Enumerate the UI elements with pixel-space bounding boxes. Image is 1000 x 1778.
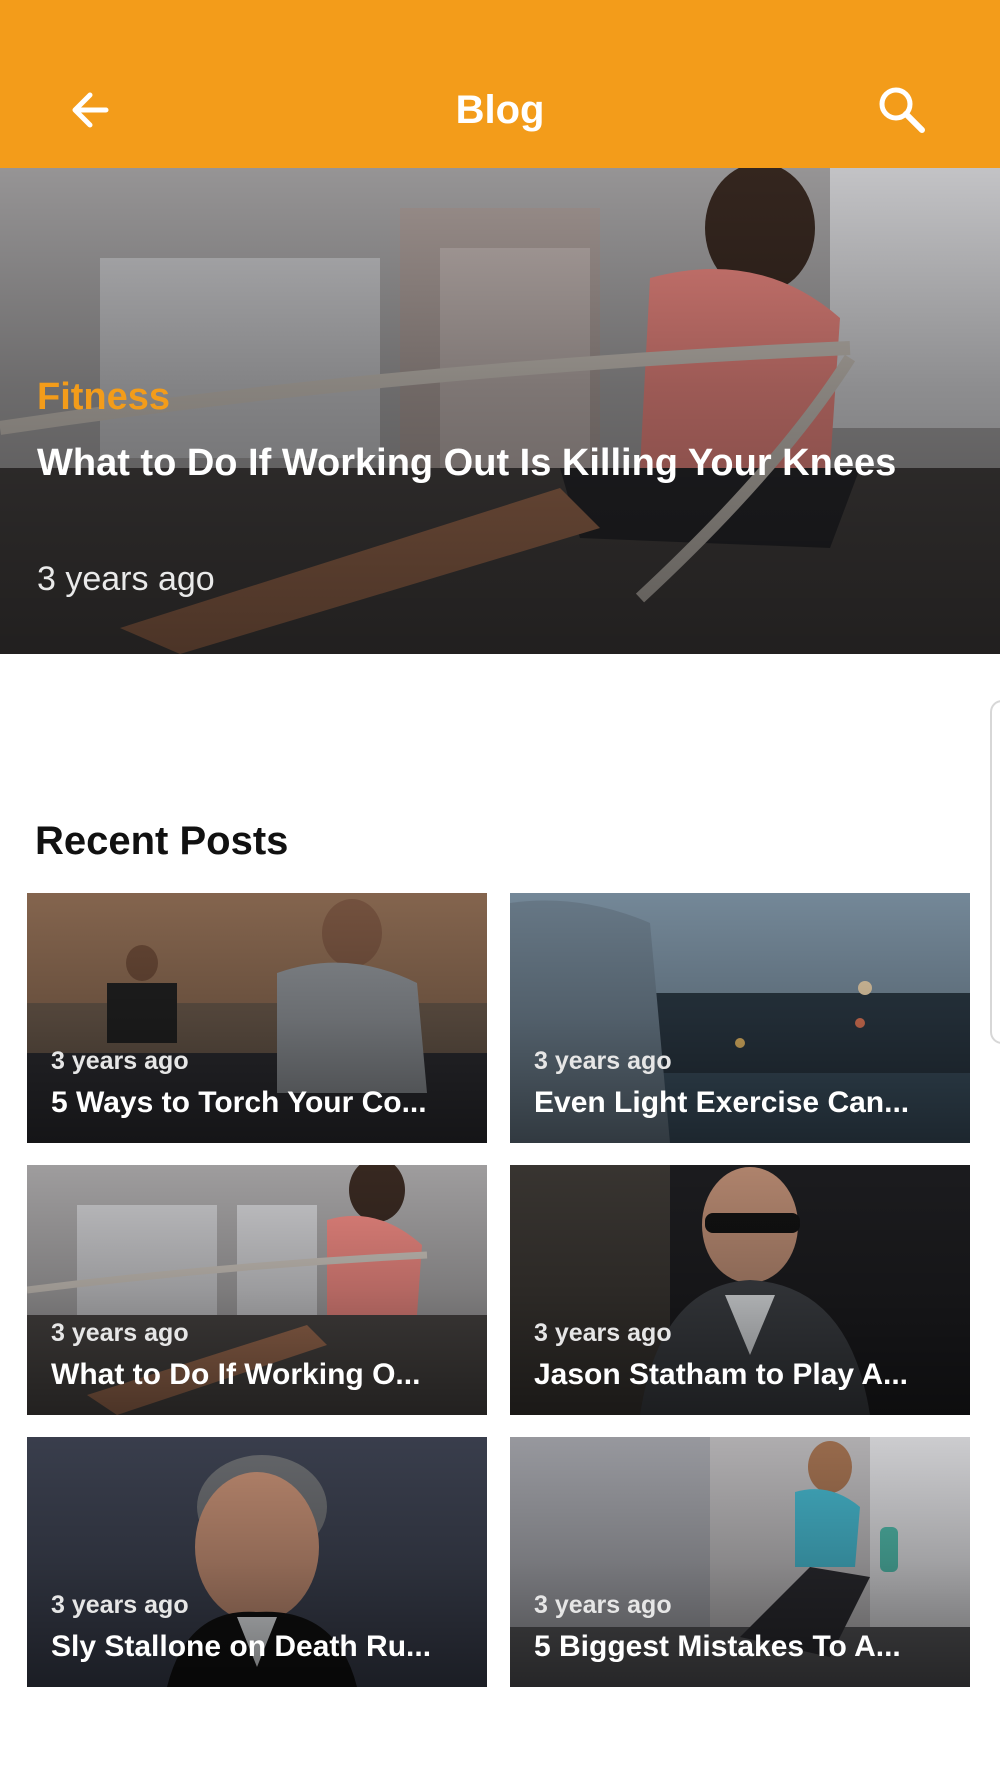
post-card-timestamp: 3 years ago bbox=[534, 1319, 672, 1347]
featured-post[interactable]: Fitness What to Do If Working Out Is Kil… bbox=[0, 168, 1000, 654]
post-card-timestamp: 3 years ago bbox=[51, 1591, 189, 1619]
post-card[interactable]: 3 years ago What to Do If Working O... bbox=[27, 1165, 487, 1415]
post-card-timestamp: 3 years ago bbox=[534, 1591, 672, 1619]
app-bar: Blog bbox=[0, 0, 1000, 168]
post-card[interactable]: 3 years ago Sly Stallone on Death Ru... bbox=[27, 1437, 487, 1687]
featured-timestamp: 3 years ago bbox=[37, 560, 215, 598]
post-card-timestamp: 3 years ago bbox=[51, 1047, 189, 1075]
blog-screen: Blog Fitness What to Do If Working Out I… bbox=[0, 0, 1000, 1778]
post-card-title[interactable]: Sly Stallone on Death Ru... bbox=[51, 1627, 471, 1667]
post-card-title[interactable]: What to Do If Working O... bbox=[51, 1355, 471, 1395]
search-icon[interactable] bbox=[872, 80, 932, 140]
post-card-title[interactable]: 5 Ways to Torch Your Co... bbox=[51, 1083, 471, 1123]
post-card-timestamp: 3 years ago bbox=[51, 1319, 189, 1347]
post-card[interactable]: 3 years ago 5 Ways to Torch Your Co... bbox=[27, 893, 487, 1143]
post-card[interactable]: 3 years ago Even Light Exercise Can... bbox=[510, 893, 970, 1143]
post-card-title[interactable]: Even Light Exercise Can... bbox=[534, 1083, 954, 1123]
featured-category[interactable]: Fitness bbox=[37, 373, 170, 421]
post-card[interactable]: 3 years ago Jason Statham to Play A... bbox=[510, 1165, 970, 1415]
recent-posts-heading: Recent Posts bbox=[35, 819, 289, 863]
featured-title[interactable]: What to Do If Working Out Is Killing You… bbox=[37, 440, 917, 486]
recent-posts-grid: 3 years ago 5 Ways to Torch Your Co... 3… bbox=[27, 893, 970, 1687]
edge-panel-handle[interactable] bbox=[990, 700, 1000, 1044]
post-card-timestamp: 3 years ago bbox=[534, 1047, 672, 1075]
post-card-title[interactable]: 5 Biggest Mistakes To A... bbox=[534, 1627, 954, 1667]
post-card-title[interactable]: Jason Statham to Play A... bbox=[534, 1355, 954, 1395]
post-card[interactable]: 3 years ago 5 Biggest Mistakes To A... bbox=[510, 1437, 970, 1687]
page-title: Blog bbox=[455, 88, 545, 132]
